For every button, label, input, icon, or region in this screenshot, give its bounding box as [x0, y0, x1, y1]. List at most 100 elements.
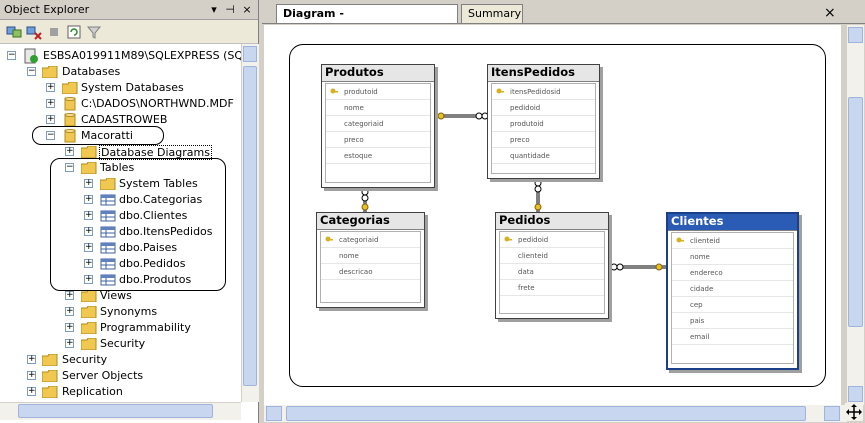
database-icon: [64, 97, 76, 111]
field-name: pedidoid: [518, 236, 549, 244]
pan-icon[interactable]: [845, 403, 863, 421]
tree-node-replication[interactable]: + Replication: [0, 384, 241, 400]
field-name: quantidade: [510, 152, 550, 160]
expand-icon[interactable]: +: [27, 371, 36, 380]
field-row[interactable]: preco: [326, 132, 430, 148]
field-name: produtoid: [344, 88, 378, 96]
field-row[interactable]: quantidade: [492, 148, 595, 164]
tree-node-server[interactable]: − ESBSA019911M89\SQLEXPRESS (SQL Ser: [0, 48, 241, 64]
field-row[interactable]: pedidoid: [500, 232, 604, 248]
field-row[interactable]: frete: [500, 280, 604, 296]
field-row[interactable]: nome: [326, 100, 430, 116]
collapse-icon[interactable]: −: [27, 67, 36, 76]
folder-icon: [42, 354, 58, 366]
tree-node-databases[interactable]: − Databases: [0, 64, 241, 80]
dropdown-icon[interactable]: ▾: [208, 3, 220, 17]
table-clientes[interactable]: Clientes clienteid nome endereco cidade …: [666, 212, 799, 370]
field-name: nome: [339, 252, 359, 260]
scroll-left-button[interactable]: [266, 406, 282, 421]
field-name: pedidoid: [510, 104, 541, 112]
field-row[interactable]: endereco: [672, 265, 793, 281]
database-icon: [64, 113, 76, 127]
pin-icon[interactable]: ⊣: [224, 3, 236, 17]
field-row[interactable]: pais: [672, 313, 793, 329]
refresh-icon[interactable]: [66, 24, 82, 40]
tree-node-synonyms[interactable]: + Synonyms: [0, 304, 241, 320]
expand-icon[interactable]: +: [46, 115, 55, 124]
field-row[interactable]: preco: [492, 132, 595, 148]
field-name: categoriaid: [339, 236, 379, 244]
tree-node-northwnd[interactable]: + C:\DADOS\NORTHWND.MDF: [0, 96, 241, 112]
table-categorias[interactable]: Categorias categoriaid nome descricao: [316, 212, 425, 308]
field-row[interactable]: nome: [672, 249, 793, 265]
tree-node-system-databases[interactable]: + System Databases: [0, 80, 241, 96]
field-row[interactable]: clienteid: [500, 248, 604, 264]
expand-icon[interactable]: +: [27, 355, 36, 364]
disconnect-icon[interactable]: [26, 24, 42, 40]
tree-node-security[interactable]: + Security: [0, 352, 241, 368]
diagram-vertical-scrollbar[interactable]: [847, 25, 864, 405]
field-row[interactable]: categoriaid: [326, 116, 430, 132]
table-fields: clienteid nome endereco cidade cep pais …: [671, 232, 794, 364]
scroll-up-button[interactable]: [243, 46, 257, 62]
highlight-outline: [32, 126, 164, 145]
tree-node-label: Security: [62, 353, 108, 366]
field-row[interactable]: email: [672, 329, 793, 345]
field-row[interactable]: itensPedidosid: [492, 84, 595, 100]
expand-icon[interactable]: +: [65, 323, 74, 332]
tree-node-programmability[interactable]: + Programmability: [0, 320, 241, 336]
field-row[interactable]: estoque: [326, 148, 430, 164]
field-row[interactable]: pedidoid: [492, 100, 595, 116]
stop-icon[interactable]: [46, 24, 62, 40]
field-row[interactable]: produtoid: [492, 116, 595, 132]
scroll-up-button[interactable]: [848, 27, 863, 43]
expand-icon[interactable]: +: [65, 339, 74, 348]
expand-icon[interactable]: +: [46, 83, 55, 92]
tree-node-server-objects[interactable]: + Server Objects: [0, 368, 241, 384]
tree-node-db-security[interactable]: + Security: [0, 336, 241, 352]
tab-diagram[interactable]: Diagram - ESB...esteHibernate*: [276, 4, 458, 37]
tab-summary[interactable]: Summary: [461, 4, 523, 23]
object-explorer-toolbar: [0, 20, 258, 44]
scroll-down-button[interactable]: [848, 386, 863, 402]
close-document-icon[interactable]: ×: [824, 5, 836, 21]
field-row[interactable]: descricao: [321, 264, 420, 280]
field-row[interactable]: clienteid: [672, 233, 793, 249]
expand-icon[interactable]: +: [65, 307, 74, 316]
table-produtos[interactable]: Produtos produtoid nome categoriaid prec…: [321, 64, 435, 188]
field-row[interactable]: nome: [321, 248, 420, 264]
table-title: Produtos: [322, 65, 434, 82]
tree-node-label: C:\DADOS\NORTHWND.MDF: [81, 97, 234, 110]
scroll-thumb[interactable]: [18, 404, 213, 418]
filter-icon[interactable]: [86, 24, 102, 40]
highlight-outline: [50, 158, 226, 291]
scroll-thumb[interactable]: [286, 406, 806, 421]
expand-icon[interactable]: +: [27, 387, 36, 396]
field-row[interactable]: produtoid: [326, 84, 430, 100]
diagram-horizontal-scrollbar[interactable]: [264, 405, 847, 422]
expand-icon[interactable]: +: [46, 99, 55, 108]
scroll-thumb[interactable]: [243, 66, 257, 386]
table-title: Categorias: [317, 213, 424, 230]
expand-icon[interactable]: +: [65, 291, 74, 300]
scroll-thumb[interactable]: [848, 97, 863, 327]
tree-horizontal-scrollbar[interactable]: [0, 402, 241, 420]
field-row[interactable]: cep: [672, 297, 793, 313]
field-name: clienteid: [690, 237, 720, 245]
field-name: cep: [690, 301, 703, 309]
folder-icon: [62, 82, 78, 94]
table-pedidos[interactable]: Pedidos pedidoid clienteid data frete: [495, 212, 609, 319]
field-row[interactable]: categoriaid: [321, 232, 420, 248]
tree-vertical-scrollbar[interactable]: [241, 44, 259, 402]
field-name: cidade: [690, 285, 714, 293]
expand-icon[interactable]: +: [65, 147, 74, 156]
connect-icon[interactable]: [6, 24, 22, 40]
field-row[interactable]: cidade: [672, 281, 793, 297]
close-icon[interactable]: ×: [241, 3, 253, 17]
collapse-icon[interactable]: −: [7, 51, 16, 60]
field-row[interactable]: data: [500, 264, 604, 280]
server-icon: [24, 48, 38, 64]
table-itenspedidos[interactable]: ItensPedidos itensPedidosid pedidoid pro…: [487, 64, 600, 179]
scroll-right-button[interactable]: [824, 406, 840, 421]
tree-node-label: Databases: [62, 65, 121, 78]
